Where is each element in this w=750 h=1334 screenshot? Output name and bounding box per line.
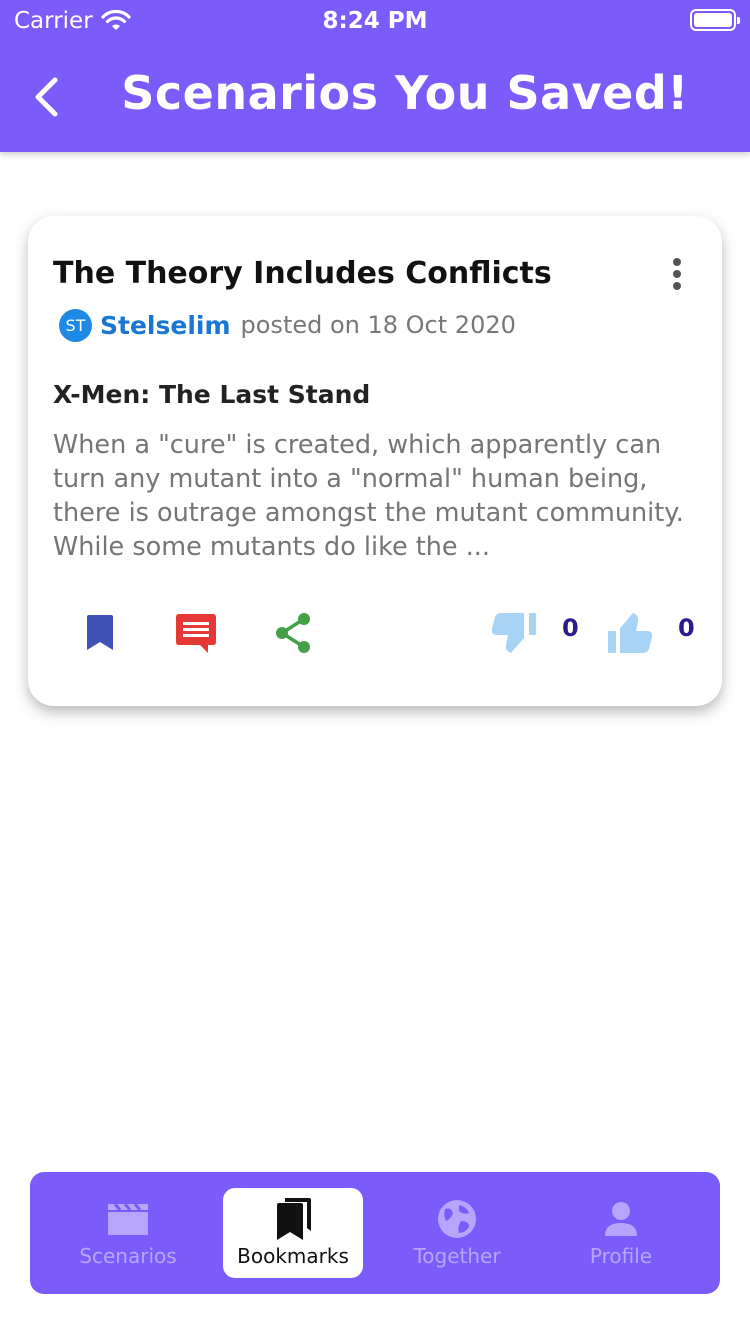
dislike-button[interactable]: [490, 608, 538, 658]
scenario-title: The Theory Includes Conflicts: [53, 256, 552, 291]
bookmarks-icon: [271, 1198, 315, 1240]
nav-item-scenarios[interactable]: Scenarios: [58, 1188, 198, 1278]
nav-label-together: Together: [413, 1244, 501, 1268]
page-title: Scenarios You Saved!: [121, 66, 689, 120]
like-count: 0: [678, 614, 695, 642]
like-button[interactable]: [606, 608, 654, 658]
dislike-count: 0: [562, 614, 579, 642]
author-row: ST Stelselim posted on 18 Oct 2020: [59, 308, 516, 342]
clock: 8:24 PM: [322, 8, 428, 34]
author-link[interactable]: Stelselim: [100, 311, 231, 340]
chevron-left-icon: [35, 77, 58, 117]
person-icon: [599, 1200, 643, 1238]
app-header: Carrier 8:24 PM Scenarios You Saved!: [0, 0, 750, 152]
clapperboard-icon: [106, 1200, 150, 1238]
share-icon: [276, 613, 310, 653]
bookmark-button[interactable]: [80, 608, 120, 658]
thumb-up-icon: [608, 613, 653, 653]
bottom-nav: Scenarios Bookmarks Together Profile: [30, 1172, 720, 1294]
thumb-down-icon: [491, 613, 536, 653]
movie-title: X-Men: The Last Stand: [53, 380, 371, 409]
more-vert-icon: [673, 258, 681, 266]
comment-icon: [176, 614, 216, 653]
nav-label-profile: Profile: [589, 1244, 653, 1268]
scenario-card[interactable]: The Theory Includes Conflicts ST Stelsel…: [28, 216, 722, 706]
nav-item-bookmarks[interactable]: Bookmarks: [223, 1188, 363, 1278]
avatar[interactable]: ST: [59, 308, 92, 342]
nav-item-profile[interactable]: Profile: [551, 1188, 691, 1278]
posted-date: posted on 18 Oct 2020: [240, 311, 516, 339]
nav-label-bookmarks: Bookmarks: [237, 1244, 349, 1268]
card-actions: 0 0: [28, 608, 722, 658]
scenario-description: When a "cure" is created, which apparent…: [53, 430, 684, 562]
globe-icon: [435, 1200, 479, 1238]
more-options-button[interactable]: [662, 256, 692, 292]
bookmark-icon: [87, 615, 113, 650]
nav-label-scenarios: Scenarios: [79, 1244, 177, 1268]
share-button[interactable]: [272, 608, 314, 658]
comment-button[interactable]: [174, 608, 218, 658]
battery-icon: [690, 9, 740, 31]
status-bar: Carrier 8:24 PM: [0, 0, 750, 40]
back-button[interactable]: [26, 74, 66, 120]
nav-item-together[interactable]: Together: [387, 1188, 527, 1278]
